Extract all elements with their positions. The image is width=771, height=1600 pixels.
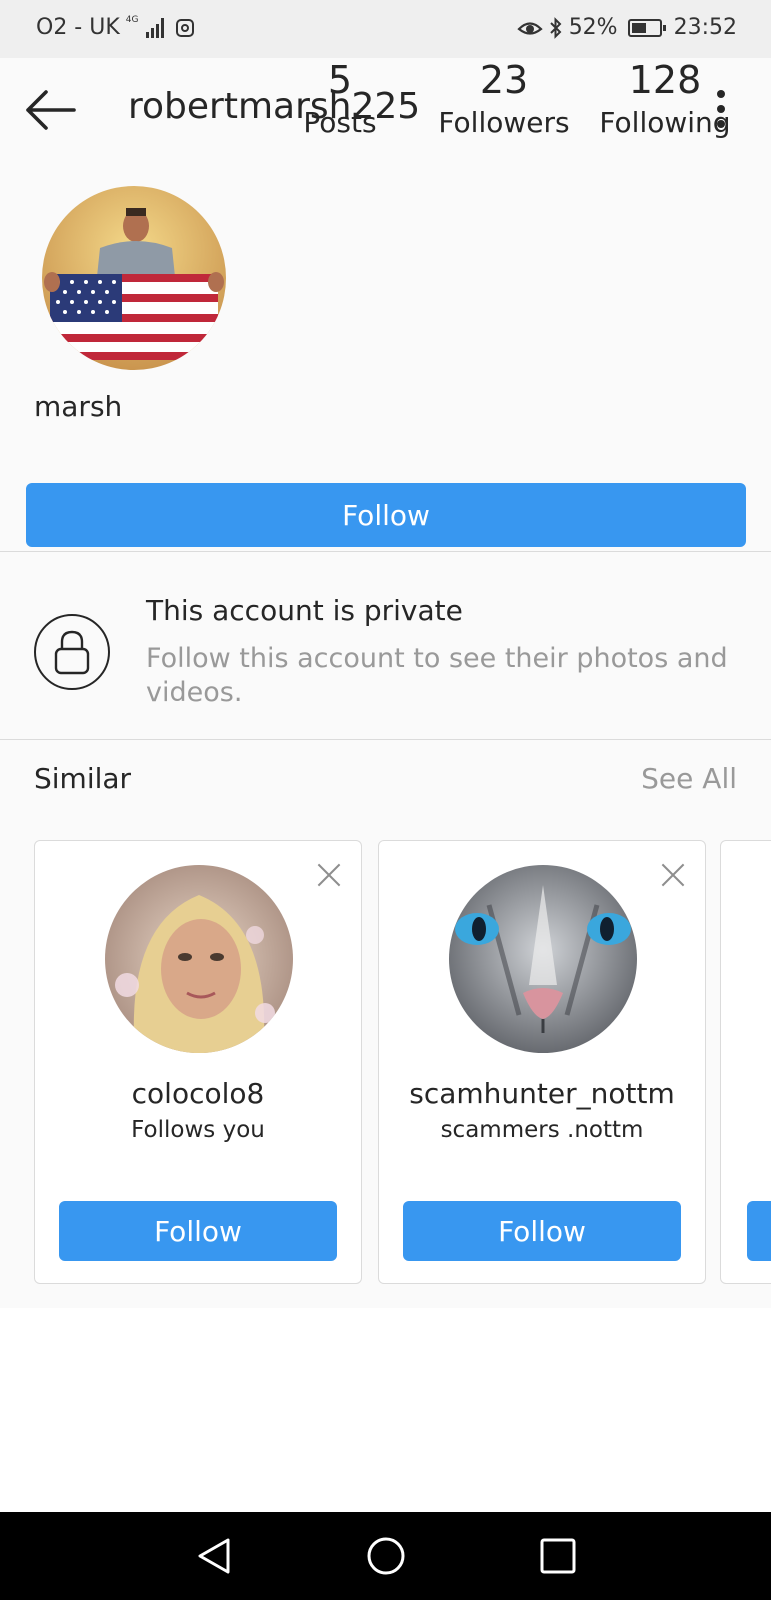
similar-heading: Similar	[34, 762, 132, 795]
suggested-follow-button[interactable]: Follow	[403, 1201, 681, 1261]
suggested-account-card[interactable]: colocolo8 Follows you Follow	[34, 840, 362, 1284]
suggested-username[interactable]: scamhunter_nottm	[379, 1077, 705, 1110]
back-triangle-icon[interactable]	[192, 1534, 236, 1578]
private-description: Follow this account to see their photos …	[146, 643, 728, 708]
suggested-subtitle: Follows you	[131, 1117, 265, 1143]
eye-comfort-icon	[517, 21, 543, 35]
home-circle-icon[interactable]	[364, 1534, 408, 1578]
close-icon[interactable]	[317, 863, 341, 887]
divider	[0, 551, 771, 552]
posts-count: 5 Posts	[303, 58, 377, 139]
bluetooth-icon	[549, 16, 562, 39]
signal-icon	[146, 17, 165, 38]
following-count[interactable]: 128 Following	[592, 58, 738, 139]
status-right: 52% 23:52	[517, 15, 737, 40]
suggested-subtitle: scammers .nottm	[440, 1117, 644, 1143]
suggested-account-card[interactable]: scamhunter_nottm scammers .nottm Follow	[378, 840, 706, 1284]
suggested-follow-button[interactable]: Follow	[59, 1201, 337, 1261]
network-type: 4G	[125, 14, 139, 25]
lock-icon	[34, 614, 110, 690]
clock: 23:52	[673, 15, 737, 40]
suggested-avatar[interactable]	[449, 865, 637, 1053]
status-bar: O2 - UK 4G 52% 23:52	[0, 0, 771, 58]
suggested-follow-button-partial[interactable]	[747, 1201, 771, 1261]
followers-count[interactable]: 23 Followers	[426, 58, 582, 139]
private-title: This account is private	[146, 594, 463, 627]
suggested-avatar[interactable]	[105, 865, 293, 1053]
see-all-link[interactable]: See All	[641, 762, 737, 795]
profile-page: robertmarsh225 5 Posts 23 Followers 128 …	[0, 58, 771, 1308]
battery-icon	[627, 18, 666, 37]
profile-avatar[interactable]	[42, 186, 226, 370]
suggested-account-card-partial[interactable]	[720, 840, 771, 1284]
status-left: O2 - UK 4G	[36, 14, 195, 40]
instagram-notification-icon	[176, 18, 195, 37]
system-nav-bar	[0, 1512, 771, 1600]
divider	[0, 739, 771, 740]
carrier-label: O2 - UK	[36, 15, 120, 40]
recents-square-icon[interactable]	[536, 1534, 580, 1578]
back-arrow-icon[interactable]	[22, 88, 78, 132]
suggested-username[interactable]: colocolo8	[35, 1077, 361, 1110]
close-icon[interactable]	[661, 863, 685, 887]
profile-name: marsh	[34, 390, 123, 423]
battery-percent: 52%	[568, 15, 618, 40]
follow-button[interactable]: Follow	[26, 483, 746, 547]
